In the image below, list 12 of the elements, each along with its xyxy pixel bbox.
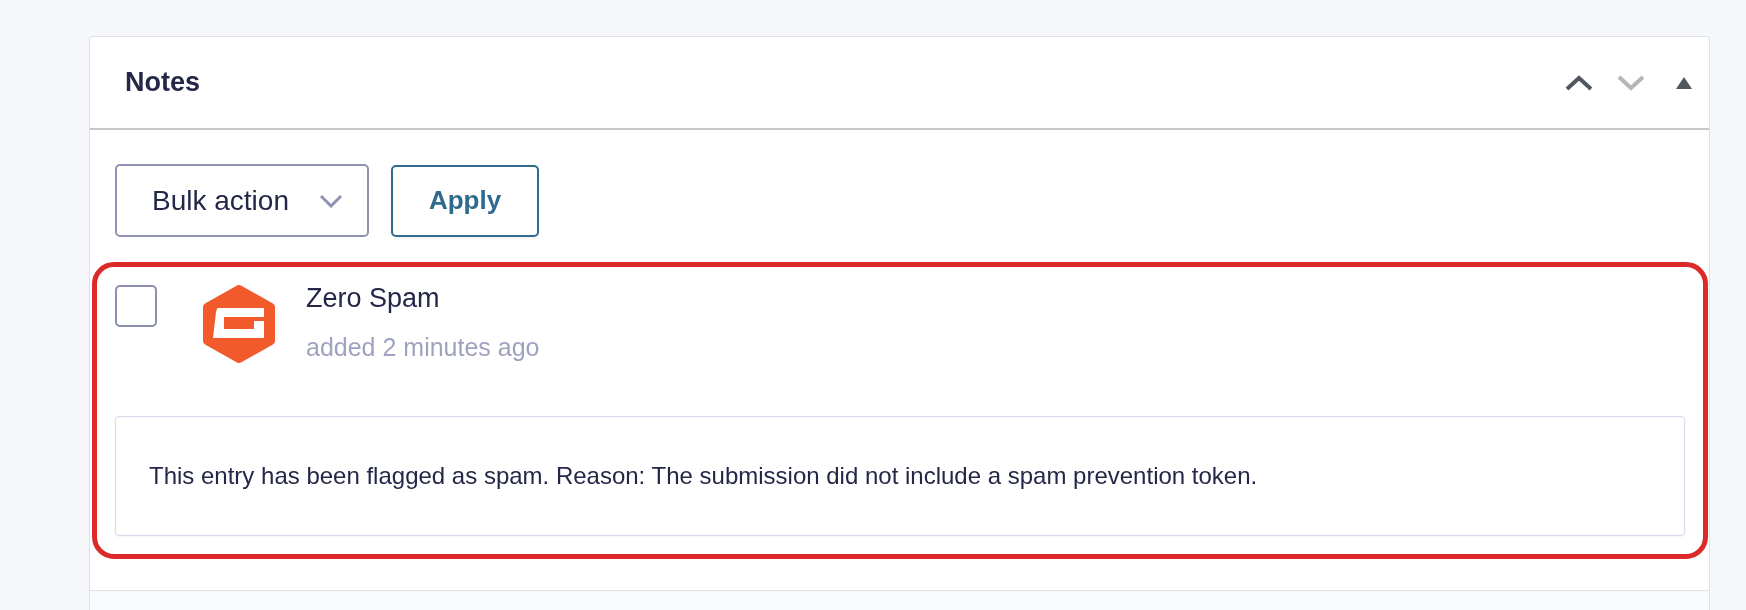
note-timestamp: added 2 minutes ago (306, 332, 540, 362)
hexagon-logo-icon (203, 285, 275, 363)
chevron-up-icon (1565, 74, 1593, 91)
note-author: Zero Spam (306, 282, 441, 314)
chevron-down-icon (319, 193, 343, 208)
bulk-action-dropdown[interactable]: Bulk action (115, 164, 369, 237)
note-checkbox[interactable] (115, 285, 157, 327)
panel-title: Notes (125, 67, 201, 98)
apply-button[interactable]: Apply (391, 164, 539, 237)
note-message: This entry has been flagged as spam. Reason: The submission did not include a spam prevention token. (115, 416, 1685, 536)
chevron-down-icon (1617, 74, 1645, 91)
triangle-up-icon (1676, 76, 1692, 89)
